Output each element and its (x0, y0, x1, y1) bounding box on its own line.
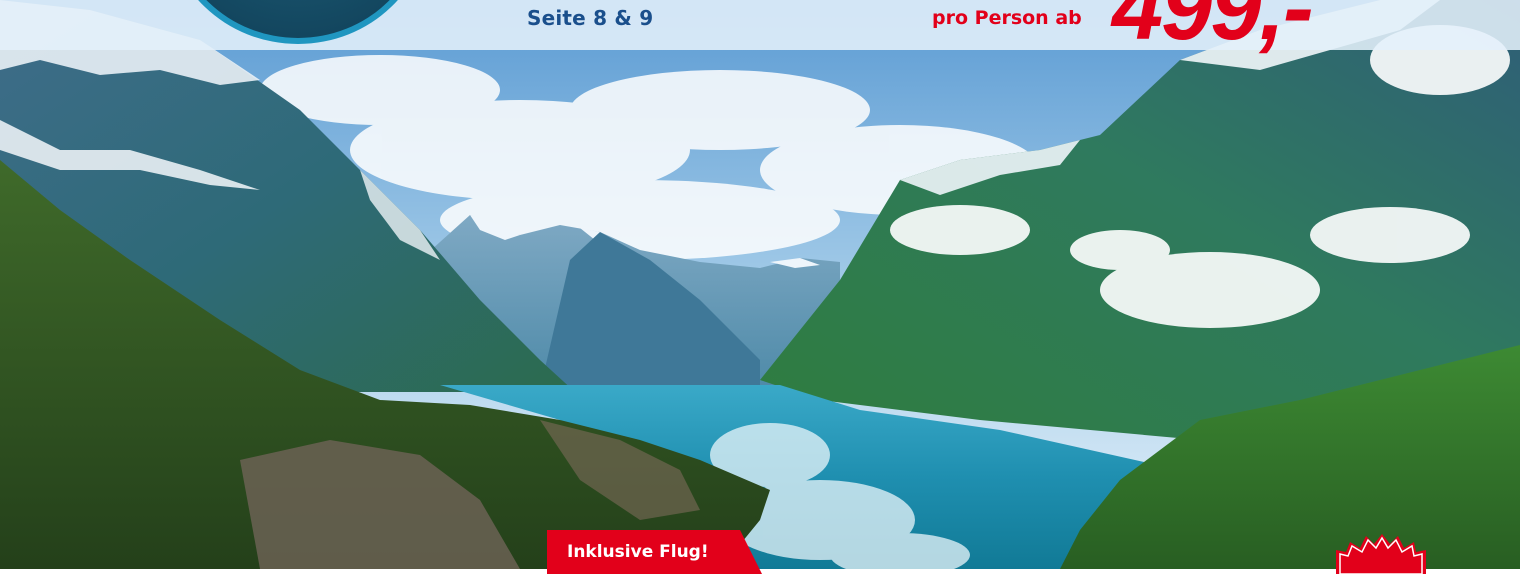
price-value: 499,- (1112, 0, 1314, 59)
page-reference: Seite 8 & 9 (527, 6, 654, 30)
fjord-landscape-photo (0, 0, 1520, 569)
price-label: pro Person ab (932, 7, 1082, 29)
maple-leaf-icon (1336, 534, 1426, 574)
promo-tag-label: Inklusive Flug! (567, 542, 709, 562)
